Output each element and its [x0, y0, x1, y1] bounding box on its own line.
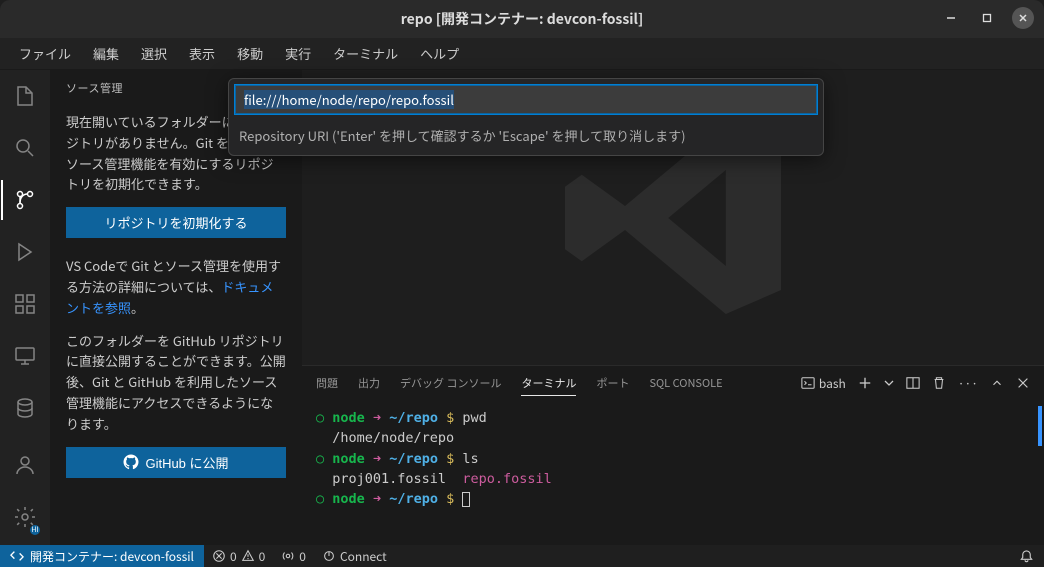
status-ports[interactable]: 0: [273, 545, 314, 567]
account-icon[interactable]: [1, 449, 49, 481]
terminal-profile-label: bash: [819, 375, 846, 392]
kill-terminal-button[interactable]: [932, 376, 946, 390]
terminal-profile[interactable]: bash: [801, 375, 846, 392]
remote-explorer-icon[interactable]: [1, 340, 49, 372]
status-notifications[interactable]: [1011, 545, 1044, 567]
tab-sql-console[interactable]: SQL CONSOLE: [649, 371, 722, 395]
sidebar-message-3: このフォルダーを GitHub リポジトリに直接公開することができます。公開後、…: [66, 331, 286, 435]
terminal-scrollbar[interactable]: [1038, 406, 1042, 446]
remote-icon: [10, 549, 24, 563]
terminal-icon: [801, 376, 815, 390]
github-icon: [123, 454, 139, 470]
quick-input-palette: Repository URI ('Enter' を押して確認するか 'Escap…: [228, 78, 824, 156]
bottom-panel: 問題 出力 デバッグ コンソール ターミナル ポート SQL CONSOLE b…: [302, 365, 1044, 545]
remote-label: 開発コンテナー: devcon-fossil: [30, 548, 194, 565]
tab-problems[interactable]: 問題: [316, 371, 338, 395]
menu-selection[interactable]: 選択: [130, 40, 178, 67]
status-connect[interactable]: Connect: [314, 545, 395, 567]
tab-debug-console[interactable]: デバッグ コンソール: [400, 371, 501, 395]
publish-github-label: GitHub に公開: [145, 453, 228, 472]
tab-terminal[interactable]: ターミナル: [521, 371, 576, 396]
menu-file[interactable]: ファイル: [8, 40, 82, 67]
split-terminal-button[interactable]: [906, 376, 920, 390]
terminal-content[interactable]: ○ node ➜ ~/repo $ pwd /home/node/repo ○ …: [302, 400, 1044, 545]
maximize-button[interactable]: [976, 7, 998, 29]
connect-label: Connect: [340, 548, 387, 565]
close-button[interactable]: [1012, 7, 1034, 29]
new-terminal-button[interactable]: [858, 376, 872, 390]
menu-view[interactable]: 表示: [178, 40, 226, 67]
explorer-icon[interactable]: [1, 80, 49, 112]
menu-edit[interactable]: 編集: [82, 40, 130, 67]
menu-help[interactable]: ヘルプ: [409, 40, 470, 67]
ports-count: 0: [299, 548, 306, 565]
panel-tabs: 問題 出力 デバッグ コンソール ターミナル ポート SQL CONSOLE b…: [302, 366, 1044, 400]
broadcast-icon: [281, 549, 295, 563]
error-icon: [212, 549, 226, 563]
sidebar-message-2: VS Codeで Git とソース管理を使用する方法の詳細については、ドキュメン…: [66, 256, 286, 318]
quick-input-hint: Repository URI ('Enter' を押して確認するか 'Escap…: [229, 120, 823, 155]
terminal-dropdown-icon[interactable]: [884, 378, 894, 388]
tab-ports[interactable]: ポート: [596, 371, 629, 395]
tab-output[interactable]: 出力: [358, 371, 380, 395]
settings-gear-icon[interactable]: HI: [1, 501, 49, 533]
titlebar: repo [開発コンテナー: devcon-fossil]: [0, 0, 1044, 38]
repository-uri-input[interactable]: [235, 85, 817, 114]
maximize-panel-button[interactable]: [990, 376, 1004, 390]
minimize-button[interactable]: [940, 7, 962, 29]
run-debug-icon[interactable]: [1, 236, 49, 268]
settings-badge: HI: [30, 525, 40, 535]
menu-go[interactable]: 移動: [226, 40, 274, 67]
remote-indicator[interactable]: 開発コンテナー: devcon-fossil: [0, 545, 204, 567]
bell-icon: [1019, 549, 1034, 564]
menubar: ファイル 編集 選択 表示 移動 実行 ターミナル ヘルプ: [0, 38, 1044, 70]
extensions-icon[interactable]: [1, 288, 49, 320]
panel-more-icon[interactable]: ···: [958, 375, 978, 392]
plug-icon: [322, 549, 336, 563]
window-title: repo [開発コンテナー: devcon-fossil]: [401, 9, 644, 29]
activitybar: HI: [0, 70, 50, 545]
status-problems[interactable]: 0 0: [204, 545, 273, 567]
error-count: 0: [230, 548, 237, 565]
search-icon[interactable]: [1, 132, 49, 164]
menu-terminal[interactable]: ターミナル: [322, 40, 409, 67]
warning-icon: [241, 549, 255, 563]
close-panel-button[interactable]: [1016, 376, 1030, 390]
database-icon[interactable]: [1, 392, 49, 424]
initialize-repo-button[interactable]: リポジトリを初期化する: [66, 207, 286, 238]
statusbar: 開発コンテナー: devcon-fossil 0 0 0 Connect: [0, 545, 1044, 567]
menu-run[interactable]: 実行: [274, 40, 322, 67]
warning-count: 0: [259, 548, 266, 565]
publish-github-button[interactable]: GitHub に公開: [66, 447, 286, 478]
sidebar-message-2-suffix: 。: [131, 298, 144, 317]
source-control-icon[interactable]: [1, 184, 49, 216]
